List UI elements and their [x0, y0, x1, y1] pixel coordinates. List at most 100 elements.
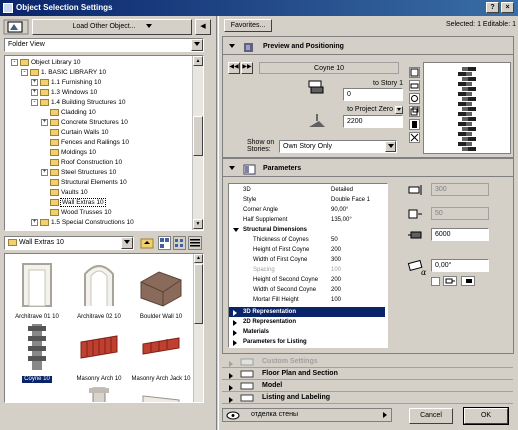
view-axon-tool[interactable]	[409, 106, 420, 117]
scroll-up-arrow[interactable]: ▲	[193, 56, 203, 66]
story-offset-icon	[307, 79, 327, 97]
view-front-tool[interactable]	[409, 119, 420, 130]
object-preview-grid[interactable]: Architrave 01 10 Architrave 02 10 Boulder …	[4, 253, 204, 403]
view-list-button[interactable]	[188, 236, 202, 250]
object-thumbnail[interactable]: Masonry Arch 10	[69, 322, 129, 383]
object-thumbnail-image	[139, 322, 183, 372]
view-section-tool[interactable]	[409, 132, 420, 143]
parameter-group[interactable]: Parameters for Listing	[229, 337, 385, 347]
project-zero-select[interactable]: to Project Zero	[343, 105, 403, 114]
rotation-angle-input[interactable]: 0,00°	[431, 259, 489, 272]
expand-toggle-icon[interactable]: -	[11, 58, 18, 66]
tree-item[interactable]: Wood Trusses 10	[41, 208, 111, 218]
load-other-object-button[interactable]: Load Other Object...	[32, 19, 192, 35]
tree-item[interactable]: Moldings 10	[41, 148, 96, 158]
parameter-row[interactable]: Width of Second Coyne 200	[229, 286, 385, 294]
section-label: Floor Plan and Section	[262, 370, 338, 377]
pane-divider[interactable]	[216, 16, 219, 430]
expand-toggle-icon[interactable]: +	[31, 88, 38, 96]
tree-item[interactable]: Roof Construction 10	[41, 158, 122, 168]
scroll-up-arrow[interactable]: ▲	[194, 254, 203, 263]
pane-collapse-button[interactable]: ◀	[195, 19, 211, 35]
object-thumbnail[interactable]: Masonry Arch Jack 10	[131, 322, 191, 383]
expand-toggle-icon[interactable]: -	[31, 98, 38, 106]
parameter-group[interactable]: 3D Representation	[229, 307, 385, 317]
tree-item[interactable]: Fences and Railings 10	[41, 138, 129, 148]
object-thumbnail[interactable]: Coyne 10	[7, 322, 67, 383]
parameter-row[interactable]: Width of First Coyne 300	[229, 256, 385, 264]
tree-item[interactable]: Vaults 10	[41, 188, 88, 198]
scroll-thumb[interactable]	[193, 116, 203, 156]
parameter-list[interactable]: 3D Detailed Style Double Face 1 Corner Angle…	[228, 183, 388, 348]
tree-item[interactable]: - 1.4 Building Structures 10	[31, 98, 125, 108]
grid-scrollbar[interactable]: ▲	[193, 254, 203, 402]
view-mode-select[interactable]: Folder View	[4, 38, 204, 52]
parameters-section-header[interactable]: Parameters	[229, 162, 518, 175]
library-tree[interactable]: - Object Library 10-1. BASIC LIBRARY 10 +1…	[4, 55, 204, 231]
layer-select[interactable]: отделка стены	[222, 408, 392, 422]
parameter-row[interactable]: Corner Angle 90,00°	[229, 206, 385, 214]
mirror-checkbox[interactable]	[431, 277, 440, 286]
ok-button[interactable]: OK	[463, 407, 509, 425]
favorites-button[interactable]: Favorites...	[224, 19, 272, 32]
parameter-row[interactable]: Height of First Coyne 200	[229, 246, 385, 254]
preview-section-header[interactable]: Preview and Positioning	[229, 40, 518, 53]
view-large-icons-button[interactable]	[158, 236, 171, 250]
expand-toggle-icon[interactable]: +	[41, 118, 48, 126]
parameter-group[interactable]: 2D Representation	[229, 317, 385, 327]
settings-section-header[interactable]: Listing and Labeling	[222, 392, 513, 404]
parameter-row[interactable]: Half Supplement 135,00°	[229, 216, 385, 224]
project-zero-input[interactable]: 2200	[343, 115, 403, 128]
parameter-row[interactable]: Thickness of Coynes 50	[229, 236, 385, 244]
object-thumbnail[interactable]	[7, 384, 67, 402]
parameter-row[interactable]: Height of Second Coyne 200	[229, 276, 385, 284]
story-offset-input[interactable]: 0	[343, 88, 403, 101]
expand-toggle-icon[interactable]: +	[41, 168, 48, 176]
tree-item[interactable]: +1.1 Furnishing 10	[31, 78, 101, 88]
settings-section-header[interactable]: Model	[222, 380, 513, 392]
view-plan-tool[interactable]	[409, 67, 420, 78]
object-thumbnail[interactable]: Boulder Wall 10	[131, 260, 191, 321]
cancel-button[interactable]: Cancel	[409, 408, 453, 424]
view-small-icons-button[interactable]	[173, 236, 186, 250]
scroll-down-arrow[interactable]: ▼	[193, 219, 203, 229]
show-on-stories-select[interactable]: Own Story Only	[279, 140, 397, 153]
view-3d-tool[interactable]	[409, 93, 420, 104]
settings-section-header[interactable]: Floor Plan and Section	[222, 368, 513, 380]
tree-item[interactable]: + Steel Structures 10	[41, 168, 116, 178]
parameter-row[interactable]: Spacing 100	[229, 266, 385, 274]
object-thumbnail[interactable]: Architrave 02 10	[69, 260, 129, 321]
close-button[interactable]: ×	[501, 2, 514, 13]
view-side-tool[interactable]	[409, 80, 420, 91]
parameter-row[interactable]: Structural Dimensions	[229, 226, 385, 234]
parameter-row[interactable]: Style Double Face 1	[229, 196, 385, 204]
tree-item[interactable]: Cladding 10	[41, 108, 96, 118]
settings-icon-button[interactable]	[3, 19, 29, 35]
settings-section-header[interactable]: Custom Settings	[222, 356, 513, 368]
object-thumbnail[interactable]	[69, 384, 129, 402]
tree-item[interactable]: Wall Extras 10	[41, 198, 106, 208]
tree-item[interactable]: - Object Library 10	[11, 58, 81, 68]
tree-scrollbar[interactable]: ▲ ▼	[192, 56, 203, 230]
folder-up-button[interactable]	[140, 236, 155, 250]
parameter-group[interactable]: Materials	[229, 327, 385, 337]
expand-toggle-icon[interactable]: +	[31, 218, 38, 226]
tree-item[interactable]: +1.5 Special Constructions 10	[31, 218, 134, 228]
tree-item[interactable]: Curtain Walls 10	[41, 128, 108, 138]
length-input[interactable]: 6000	[431, 228, 489, 241]
parameter-row[interactable]: 3D Detailed	[229, 186, 385, 194]
tree-item[interactable]: +1.3 Windows 10	[31, 88, 97, 98]
expand-toggle-icon[interactable]: +	[31, 78, 38, 86]
tree-item[interactable]: Structural Elements 10	[41, 178, 127, 188]
parameter-row[interactable]: Mortar Fill Height 100	[229, 296, 385, 304]
tree-item[interactable]: - 1. BASIC LIBRARY 10	[21, 68, 106, 78]
next-object-button[interactable]: ▶▶	[241, 62, 253, 74]
prev-object-button[interactable]: ◀◀	[228, 62, 240, 74]
scroll-thumb[interactable]	[194, 264, 203, 324]
object-thumbnail[interactable]	[131, 384, 191, 402]
help-button[interactable]: ?	[486, 2, 499, 13]
tree-item[interactable]: + Concrete Structures 10	[41, 118, 128, 128]
object-thumbnail[interactable]: Architrave 01 10	[7, 260, 67, 321]
expand-toggle-icon[interactable]: -	[21, 68, 28, 76]
folder-select[interactable]: Wall Extras 10	[4, 236, 134, 250]
